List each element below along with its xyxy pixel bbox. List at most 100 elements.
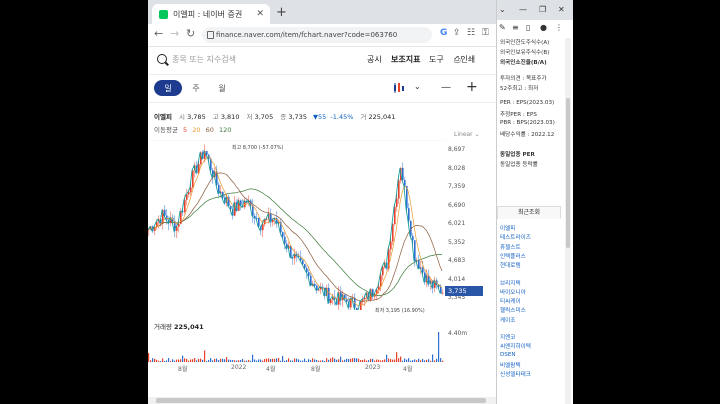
profile-avatar[interactable]: ● — [540, 23, 547, 32]
volume-bar — [194, 358, 196, 362]
candle-body — [164, 209, 166, 216]
tab-title: 이엘피 : 네이버 증권 — [173, 9, 243, 19]
volume-bar — [384, 359, 386, 362]
candle-body — [380, 275, 382, 287]
browser-tab[interactable]: 이엘피 : 네이버 증권 ✕ — [152, 4, 270, 24]
translate-icon[interactable]: ☷ — [467, 28, 475, 38]
period-week[interactable]: 주 — [188, 80, 204, 96]
key-icon[interactable]: ⚿ — [482, 28, 489, 38]
menu-indicators[interactable]: 보조지표 — [391, 54, 420, 65]
scale-toggle[interactable]: Linear ⌄ — [454, 131, 480, 138]
print-label: 인쇄 — [460, 55, 476, 64]
x-label-5: 4월 — [403, 366, 413, 373]
volume-bar — [316, 359, 318, 362]
volume-bar — [254, 359, 256, 362]
horizontal-scrollbar[interactable] — [148, 397, 496, 404]
google-icon[interactable]: G — [440, 28, 447, 38]
scrollbar-thumb[interactable] — [566, 98, 570, 248]
x-label-2: 4월 — [266, 366, 276, 373]
recent-item[interactable]: 브리지텍 — [500, 279, 521, 287]
back-icon[interactable]: ← — [154, 27, 163, 40]
volume-bar — [346, 358, 348, 362]
moving-average-legend[interactable]: 이동평균 5 20 60 120 — [154, 124, 231, 134]
recent-item[interactable]: 이엘피 — [500, 224, 515, 232]
recent-item[interactable]: 비엘팜텍 — [500, 361, 521, 369]
forward-icon[interactable]: → — [170, 27, 179, 40]
sidebar-line-3: 투자의견 : 목표주가 — [500, 76, 547, 82]
volume-bar — [388, 358, 390, 362]
period-month[interactable]: 월 — [214, 80, 230, 96]
volume-bar — [186, 358, 188, 362]
close-window-icon[interactable]: ✕ — [558, 5, 565, 14]
url-text: finance.naver.com/item/fchart.naver?code… — [216, 31, 398, 39]
volume-bar — [188, 360, 190, 362]
candlestick-icon[interactable] — [393, 82, 407, 97]
extensions-icon[interactable]: ✎ — [499, 23, 506, 32]
volume-bar — [302, 360, 304, 362]
recent-item[interactable]: 신성델타테크 — [500, 370, 531, 378]
volume-bar — [428, 359, 430, 362]
volume-bar — [156, 359, 158, 362]
close-tab-icon[interactable]: ✕ — [256, 9, 264, 19]
recent-item[interactable]: 지엔코 — [500, 333, 515, 341]
reading-list-icon[interactable]: ≡ — [512, 23, 519, 32]
recent-item[interactable]: 인텍플러스 — [500, 252, 526, 260]
candle-body — [404, 179, 406, 186]
menu-tools[interactable]: 도구 — [429, 54, 444, 65]
volume-bar — [280, 360, 282, 362]
url-field[interactable]: finance.naver.com/item/fchart.naver?code… — [202, 27, 432, 43]
recent-item[interactable]: 헬릭스미스 — [500, 306, 526, 314]
volume-bar — [440, 358, 442, 362]
recent-item[interactable]: 테스트라이즈 — [500, 233, 531, 241]
candle-body — [402, 167, 404, 180]
menu-disclosure[interactable]: 공시 — [367, 54, 382, 65]
recent-item[interactable]: 씨엔지하이텍 — [500, 342, 531, 350]
period-selector: 일 주 월 ⌄ — + — [148, 74, 496, 103]
volume-bar — [426, 359, 428, 362]
candle-body — [166, 215, 168, 220]
extension-toolbar: ✎ ≡ ▯ ● ⋮ — [497, 20, 573, 34]
sidebar-line-1: 외국인보유주식수(B) — [500, 50, 550, 56]
scale-label: Linear — [454, 131, 473, 138]
price-chart[interactable] — [148, 140, 446, 310]
new-tab-button[interactable]: + — [276, 5, 287, 20]
recent-item[interactable]: 케이조 — [500, 316, 515, 324]
more-menu-icon[interactable]: ⋮ — [555, 23, 563, 32]
search-input[interactable]: 종목 또는 지수검색 — [172, 54, 236, 65]
recent-item[interactable]: 티씨케이 — [500, 297, 521, 305]
period-day[interactable]: 일 — [154, 80, 182, 96]
recent-item[interactable]: 휴젤스트 — [500, 243, 521, 251]
recent-title[interactable]: 최근조회 — [497, 206, 561, 219]
volume-bar — [404, 358, 406, 362]
ma-60: 60 — [205, 126, 214, 134]
chevron-down-icon[interactable]: ⌄ — [414, 82, 421, 91]
volume-bar — [436, 358, 438, 362]
candle-body — [190, 187, 192, 193]
recent-item[interactable]: 바이오니아 — [500, 288, 526, 296]
volume-bar — [348, 358, 350, 362]
recent-item[interactable]: DSEN — [500, 352, 516, 358]
low-value: 3,705 — [254, 113, 274, 121]
volume-bar — [172, 359, 174, 362]
search-icon[interactable] — [157, 54, 167, 64]
volume-bar — [270, 359, 272, 362]
y-tick-label: 6,021 — [448, 220, 466, 227]
volume-bar — [272, 358, 274, 362]
print-button[interactable]: ⎙인쇄 — [454, 54, 475, 65]
vertical-scrollbar[interactable] — [565, 38, 571, 404]
candle-body — [408, 208, 410, 221]
scrollbar-thumb[interactable] — [156, 398, 486, 403]
volume-bar — [196, 360, 198, 362]
share-icon[interactable]: ⇪ — [453, 28, 461, 38]
reload-icon[interactable]: ↻ — [186, 27, 195, 40]
restore-icon[interactable]: ❐ — [539, 5, 546, 14]
zoom-out-icon[interactable]: — — [441, 82, 451, 93]
chevron-down-icon[interactable]: ⌄ — [499, 5, 506, 14]
volume-bar — [180, 359, 182, 362]
sidepanel-icon[interactable]: ▯ — [526, 23, 530, 32]
volume-bar — [256, 360, 258, 362]
recent-item[interactable]: 현대로템 — [500, 261, 521, 269]
minimize-icon[interactable]: — — [519, 5, 527, 14]
volume-bar — [162, 358, 164, 362]
zoom-in-icon[interactable]: + — [466, 79, 478, 95]
